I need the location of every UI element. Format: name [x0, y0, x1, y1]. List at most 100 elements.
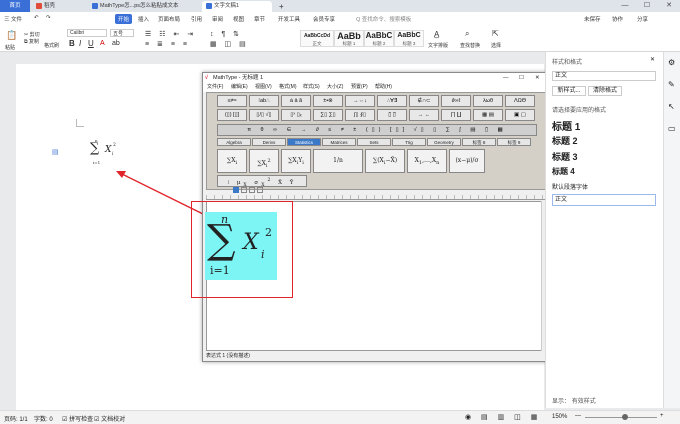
- size-tab-2[interactable]: [241, 187, 247, 193]
- template-sum-xiyi[interactable]: ∑XiYi: [281, 149, 311, 173]
- zoom-in-button[interactable]: +: [660, 413, 664, 419]
- select-button[interactable]: 选择: [491, 42, 501, 49]
- text-layout-button[interactable]: 文字排版: [428, 42, 448, 49]
- search-icon[interactable]: ⌕: [465, 29, 469, 39]
- style-item-heading-3[interactable]: 标题 3: [552, 150, 578, 163]
- doc-formula[interactable]: n ∑ i=1 X i 2: [90, 138, 130, 168]
- maximize-button[interactable]: ☐: [636, 0, 658, 12]
- tab-daoke[interactable]: 稻壳: [32, 1, 87, 12]
- menu-chapter[interactable]: 章节: [254, 15, 265, 23]
- tab-label-9[interactable]: 标签 9: [497, 138, 531, 146]
- zoom-slider-thumb[interactable]: [622, 414, 628, 420]
- mt-close-button[interactable]: ✕: [535, 73, 540, 83]
- undo-icon[interactable]: ↶: [34, 15, 39, 21]
- current-style-select[interactable]: 正文: [552, 71, 656, 81]
- size-tab-1[interactable]: [233, 187, 239, 193]
- palette-boxes[interactable]: ▣ ▢: [505, 109, 535, 121]
- template-stats-row[interactable]: ⁞ μX σX2 X̄ Ȳ: [217, 175, 307, 187]
- tab-mathtype-doc[interactable]: MathType怎...ps怎么粘贴成文本: [88, 1, 200, 12]
- palette-embellish[interactable]: ȧ ä ã: [281, 95, 311, 107]
- style-body[interactable]: AaBbCcDd 正文: [300, 30, 334, 47]
- size-tab-4[interactable]: [257, 187, 263, 193]
- spell-check-button[interactable]: ☑ 拼写检查: [62, 414, 93, 423]
- tab-matrices[interactable]: Matrices: [322, 138, 356, 146]
- search-input[interactable]: Q 查找命令、搜索模板: [356, 15, 411, 23]
- size-tabs[interactable]: [233, 187, 283, 193]
- menu-reference[interactable]: 引用: [191, 15, 202, 23]
- tab-label-8[interactable]: 标签 8: [462, 138, 496, 146]
- style-heading-1[interactable]: AaBb 标题 1: [334, 30, 364, 47]
- symbol-bar[interactable]: π θ ∞ ∈ → ∂ ≤ ≠ ± (▯) [▯] √▯ ▯ ∑ ∫ ▤ ▯̄ …: [217, 124, 537, 136]
- zoom-out-button[interactable]: —: [575, 413, 581, 419]
- palette-sums[interactable]: ∑▯ ∑▯: [313, 109, 343, 121]
- tab-derivs[interactable]: Derivs: [252, 138, 286, 146]
- mt-menu-help[interactable]: 帮助(H): [375, 83, 392, 92]
- mt-menu-file[interactable]: 文件(F): [207, 83, 223, 92]
- menu-file[interactable]: 三 文件: [4, 15, 22, 23]
- menu-dev-tools[interactable]: 开发工具: [278, 15, 300, 23]
- border-icons[interactable]: ▦ ◫ ▤: [210, 40, 249, 48]
- list-icons[interactable]: ☰ ☷ ⇤ ⇥: [145, 30, 196, 38]
- tab-current-doc[interactable]: 文字文稿1: [202, 1, 272, 12]
- format-painter-button[interactable]: 格式刷: [44, 42, 59, 49]
- underline-button[interactable]: U: [88, 39, 94, 48]
- menu-layout[interactable]: 页面布局: [158, 15, 180, 23]
- redo-icon[interactable]: ↷: [46, 15, 51, 21]
- palette-labeled-arrows[interactable]: → ←: [409, 109, 439, 121]
- shape-icon[interactable]: ▭: [668, 124, 676, 133]
- palette-greek-lower[interactable]: λωθ: [473, 95, 503, 107]
- new-style-button[interactable]: 新样式...: [552, 86, 586, 96]
- template-sum-dev[interactable]: ∑(Xi−X̄): [365, 149, 405, 173]
- pen-icon[interactable]: ✎: [668, 80, 675, 89]
- template-x-list[interactable]: X1,…,Xn: [407, 149, 447, 173]
- template-one-over-n[interactable]: 1/n: [313, 149, 363, 173]
- palette-bars[interactable]: ▯̄ ▯⃗: [377, 109, 407, 121]
- mt-menu-format[interactable]: 格式(M): [279, 83, 297, 92]
- palette-operators[interactable]: ±•⊗: [313, 95, 343, 107]
- view-mode-icons[interactable]: ◉ ▤ ▥ ◫ ▦: [465, 413, 541, 421]
- palette-misc[interactable]: ∂∞ℓ: [441, 95, 471, 107]
- style-item-default-font[interactable]: 默认段落字体: [552, 182, 588, 191]
- font-color-icon[interactable]: A: [100, 40, 105, 47]
- menu-review[interactable]: 审阅: [212, 15, 223, 23]
- palette-greek-upper[interactable]: ΛΩΘ: [505, 95, 535, 107]
- bold-button[interactable]: B: [69, 39, 75, 48]
- mt-menu-view[interactable]: 视图(V): [255, 83, 272, 92]
- menu-vip[interactable]: 会员专享: [313, 15, 335, 23]
- menu-insert[interactable]: 插入: [138, 15, 149, 23]
- size-tab-3[interactable]: [249, 187, 255, 193]
- menu-view[interactable]: 视图: [233, 15, 244, 23]
- cut-button[interactable]: ✂ 剪切: [24, 31, 40, 38]
- template-z-score[interactable]: (x−μ)/σ: [449, 149, 485, 173]
- mt-menu-size[interactable]: 大小(Z): [327, 83, 343, 92]
- palette-relations[interactable]: ≤≠≈: [217, 95, 247, 107]
- palette-fences[interactable]: (▯) [▯]: [217, 109, 247, 121]
- style-icon[interactable]: ⚙: [668, 58, 675, 67]
- style-item-heading-1[interactable]: 标题 1: [552, 118, 580, 133]
- palette-spaces[interactable]: ⁞ab∴: [249, 95, 279, 107]
- paste-icon[interactable]: 📋: [6, 30, 17, 41]
- close-button[interactable]: ✕: [658, 0, 680, 12]
- tab-trig[interactable]: Trig: [392, 138, 426, 146]
- collaborate-button[interactable]: 协作: [612, 15, 623, 23]
- clear-format-button[interactable]: 清除格式: [588, 86, 622, 96]
- mt-minimize-button[interactable]: —: [503, 73, 509, 83]
- highlight-icon[interactable]: ab: [112, 40, 120, 47]
- mt-maximize-button[interactable]: ☐: [519, 73, 524, 83]
- template-sum-xi[interactable]: ∑Xi: [217, 149, 247, 173]
- text-layout-icon[interactable]: A̲: [434, 30, 439, 39]
- paste-button[interactable]: 粘贴: [5, 44, 15, 51]
- palette-products[interactable]: ∏ ∐: [441, 109, 471, 121]
- tab-sets[interactable]: Sets: [357, 138, 391, 146]
- find-replace-button[interactable]: 查找替换: [460, 42, 480, 49]
- tab-home[interactable]: 首页: [0, 0, 30, 12]
- menu-start[interactable]: 开始: [115, 14, 133, 24]
- style-heading-2[interactable]: AaBbC 标题 2: [364, 30, 394, 47]
- palette-integrals[interactable]: ∫▯ ∮▯: [345, 109, 375, 121]
- new-tab-button[interactable]: +: [275, 1, 287, 12]
- style-item-heading-4[interactable]: 标题 4: [552, 166, 575, 177]
- cursor-icon[interactable]: ↖: [668, 102, 675, 111]
- align-icons[interactable]: ≡ ≣ ≡ ≡: [145, 40, 190, 48]
- zoom-slider[interactable]: [585, 417, 657, 418]
- font-select[interactable]: Calibri: [67, 29, 107, 37]
